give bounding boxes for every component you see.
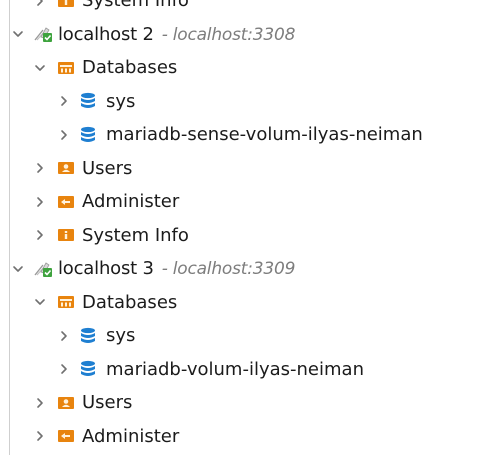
- chevron-right-icon[interactable]: [57, 85, 71, 119]
- node-label: Databases: [82, 291, 178, 313]
- administer-icon: [57, 420, 75, 454]
- node-label: System Info: [82, 224, 189, 246]
- chevron-down-icon[interactable]: [33, 51, 47, 85]
- chevron-right-icon[interactable]: [33, 219, 47, 253]
- connection-ok-icon: [34, 18, 54, 52]
- chevron-down-icon[interactable]: [11, 18, 25, 52]
- label-separator: -: [161, 24, 168, 45]
- node-label: sys: [106, 325, 136, 346]
- connection-ok-icon: [34, 252, 54, 286]
- chevron-down-icon[interactable]: [11, 252, 25, 286]
- database-icon: [80, 319, 96, 353]
- users-folder-icon: [57, 386, 75, 420]
- database-icon: [80, 118, 96, 152]
- tree-folder-node[interactable]: Administer: [0, 185, 477, 219]
- node-label: Users: [82, 157, 133, 179]
- chevron-right-icon[interactable]: [33, 185, 47, 219]
- node-label: sys: [106, 90, 136, 112]
- database-node[interactable]: sys: [0, 85, 477, 119]
- chevron-right-icon[interactable]: [57, 319, 71, 353]
- node-label: localhost 3: [58, 258, 154, 279]
- administer-icon: [57, 185, 75, 219]
- chevron-right-icon[interactable]: [33, 0, 47, 18]
- connection-address: localhost:3309: [172, 259, 296, 279]
- database-icon: [80, 85, 96, 119]
- tree-folder-node[interactable]: Administer: [0, 420, 477, 454]
- node-label: System Info: [82, 0, 189, 11]
- connection-node[interactable]: localhost 2- localhost:3308: [0, 18, 477, 52]
- node-label: Users: [82, 392, 133, 413]
- label-separator: -: [161, 259, 168, 279]
- chevron-right-icon[interactable]: [57, 353, 71, 387]
- tree-folder-node[interactable]: Users: [0, 152, 477, 186]
- chevron-right-icon[interactable]: [33, 420, 47, 454]
- chevron-right-icon[interactable]: [57, 118, 71, 152]
- navigator-tree[interactable]: System Info localhost 2- localhost:3308 Dat…: [0, 0, 477, 453]
- tree-folder-node[interactable]: System Info: [0, 219, 477, 253]
- database-icon: [80, 353, 96, 387]
- node-label: mariadb-sense-volum-ilyas-neiman: [106, 124, 423, 145]
- database-node[interactable]: mariadb-sense-volum-ilyas-neiman: [0, 118, 477, 152]
- node-label: mariadb-volum-ilyas-neiman: [106, 358, 364, 380]
- chevron-right-icon[interactable]: [33, 152, 47, 186]
- tree-folder-node[interactable]: System Info: [0, 0, 477, 18]
- node-label: Databases: [82, 57, 178, 78]
- node-label: Administer: [82, 191, 180, 212]
- connection-node[interactable]: localhost 3- localhost:3309: [0, 252, 477, 286]
- chevron-right-icon[interactable]: [33, 386, 47, 420]
- databases-folder-icon: [57, 51, 75, 85]
- tree-folder-node[interactable]: Databases: [0, 286, 477, 320]
- database-node[interactable]: mariadb-volum-ilyas-neiman: [0, 353, 477, 387]
- system-info-icon: [57, 0, 75, 18]
- node-label: Administer: [82, 425, 180, 447]
- connection-address: localhost:3308: [172, 24, 296, 45]
- node-label: localhost 2: [58, 23, 154, 45]
- tree-folder-node[interactable]: Users: [0, 386, 477, 420]
- users-folder-icon: [57, 152, 75, 186]
- tree-folder-node[interactable]: Databases: [0, 51, 477, 85]
- system-info-icon: [57, 219, 75, 253]
- database-node[interactable]: sys: [0, 319, 477, 353]
- chevron-down-icon[interactable]: [33, 286, 47, 320]
- databases-folder-icon: [57, 286, 75, 320]
